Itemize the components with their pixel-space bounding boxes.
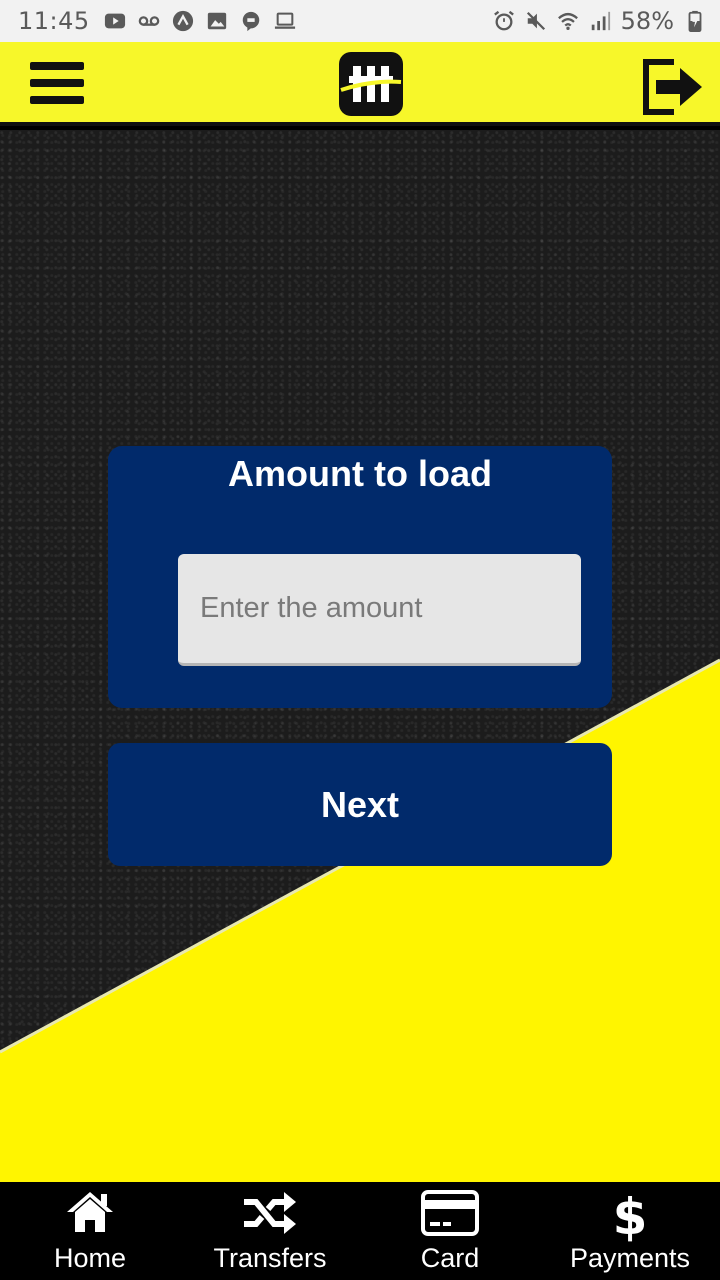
logo-mark-icon [340,66,402,102]
app-logo [339,52,403,116]
mute-icon [526,11,545,31]
svg-text:$: $ [613,1190,648,1242]
amount-title: Amount to load [228,453,492,494]
shuffle-icon [244,1192,296,1234]
alarm-icon [493,10,514,31]
laptop-icon [274,12,295,29]
chat-icon [242,11,259,32]
status-bar: 11:45 58% [0,0,720,42]
image-icon [207,12,226,30]
nav-card[interactable]: Card [360,1182,540,1280]
status-time: 11:45 [18,7,90,35]
battery-percent: 58% [620,7,674,35]
battery-charging-icon [688,10,702,32]
logout-icon[interactable] [640,56,706,118]
nav-home[interactable]: Home [0,1182,180,1280]
triangle-app-icon [172,10,193,32]
wifi-icon [557,12,578,30]
signal-icon [591,11,610,31]
dollar-icon: $ [613,1190,648,1242]
hamburger-icon[interactable] [30,62,84,112]
notification-icons [104,10,296,32]
app-bar [0,42,720,126]
next-button[interactable]: Next [108,743,612,866]
nav-transfers-label: Transfers [213,1243,327,1273]
nav-card-label: Card [420,1243,480,1273]
nav-transfers[interactable]: Transfers [180,1182,360,1280]
voicemail-icon [138,16,159,26]
nav-payments[interactable]: $ Payments [540,1182,720,1280]
home-icon [67,1192,113,1232]
youtube-icon [104,13,125,29]
system-status: 58% [493,7,706,35]
nav-payments-label: Payments [569,1243,691,1273]
amount-input[interactable] [178,554,581,666]
nav-home-label: Home [53,1243,127,1273]
card-icon [421,1190,479,1236]
bottom-nav: Home Transfers Card $ Payments [0,1182,720,1280]
